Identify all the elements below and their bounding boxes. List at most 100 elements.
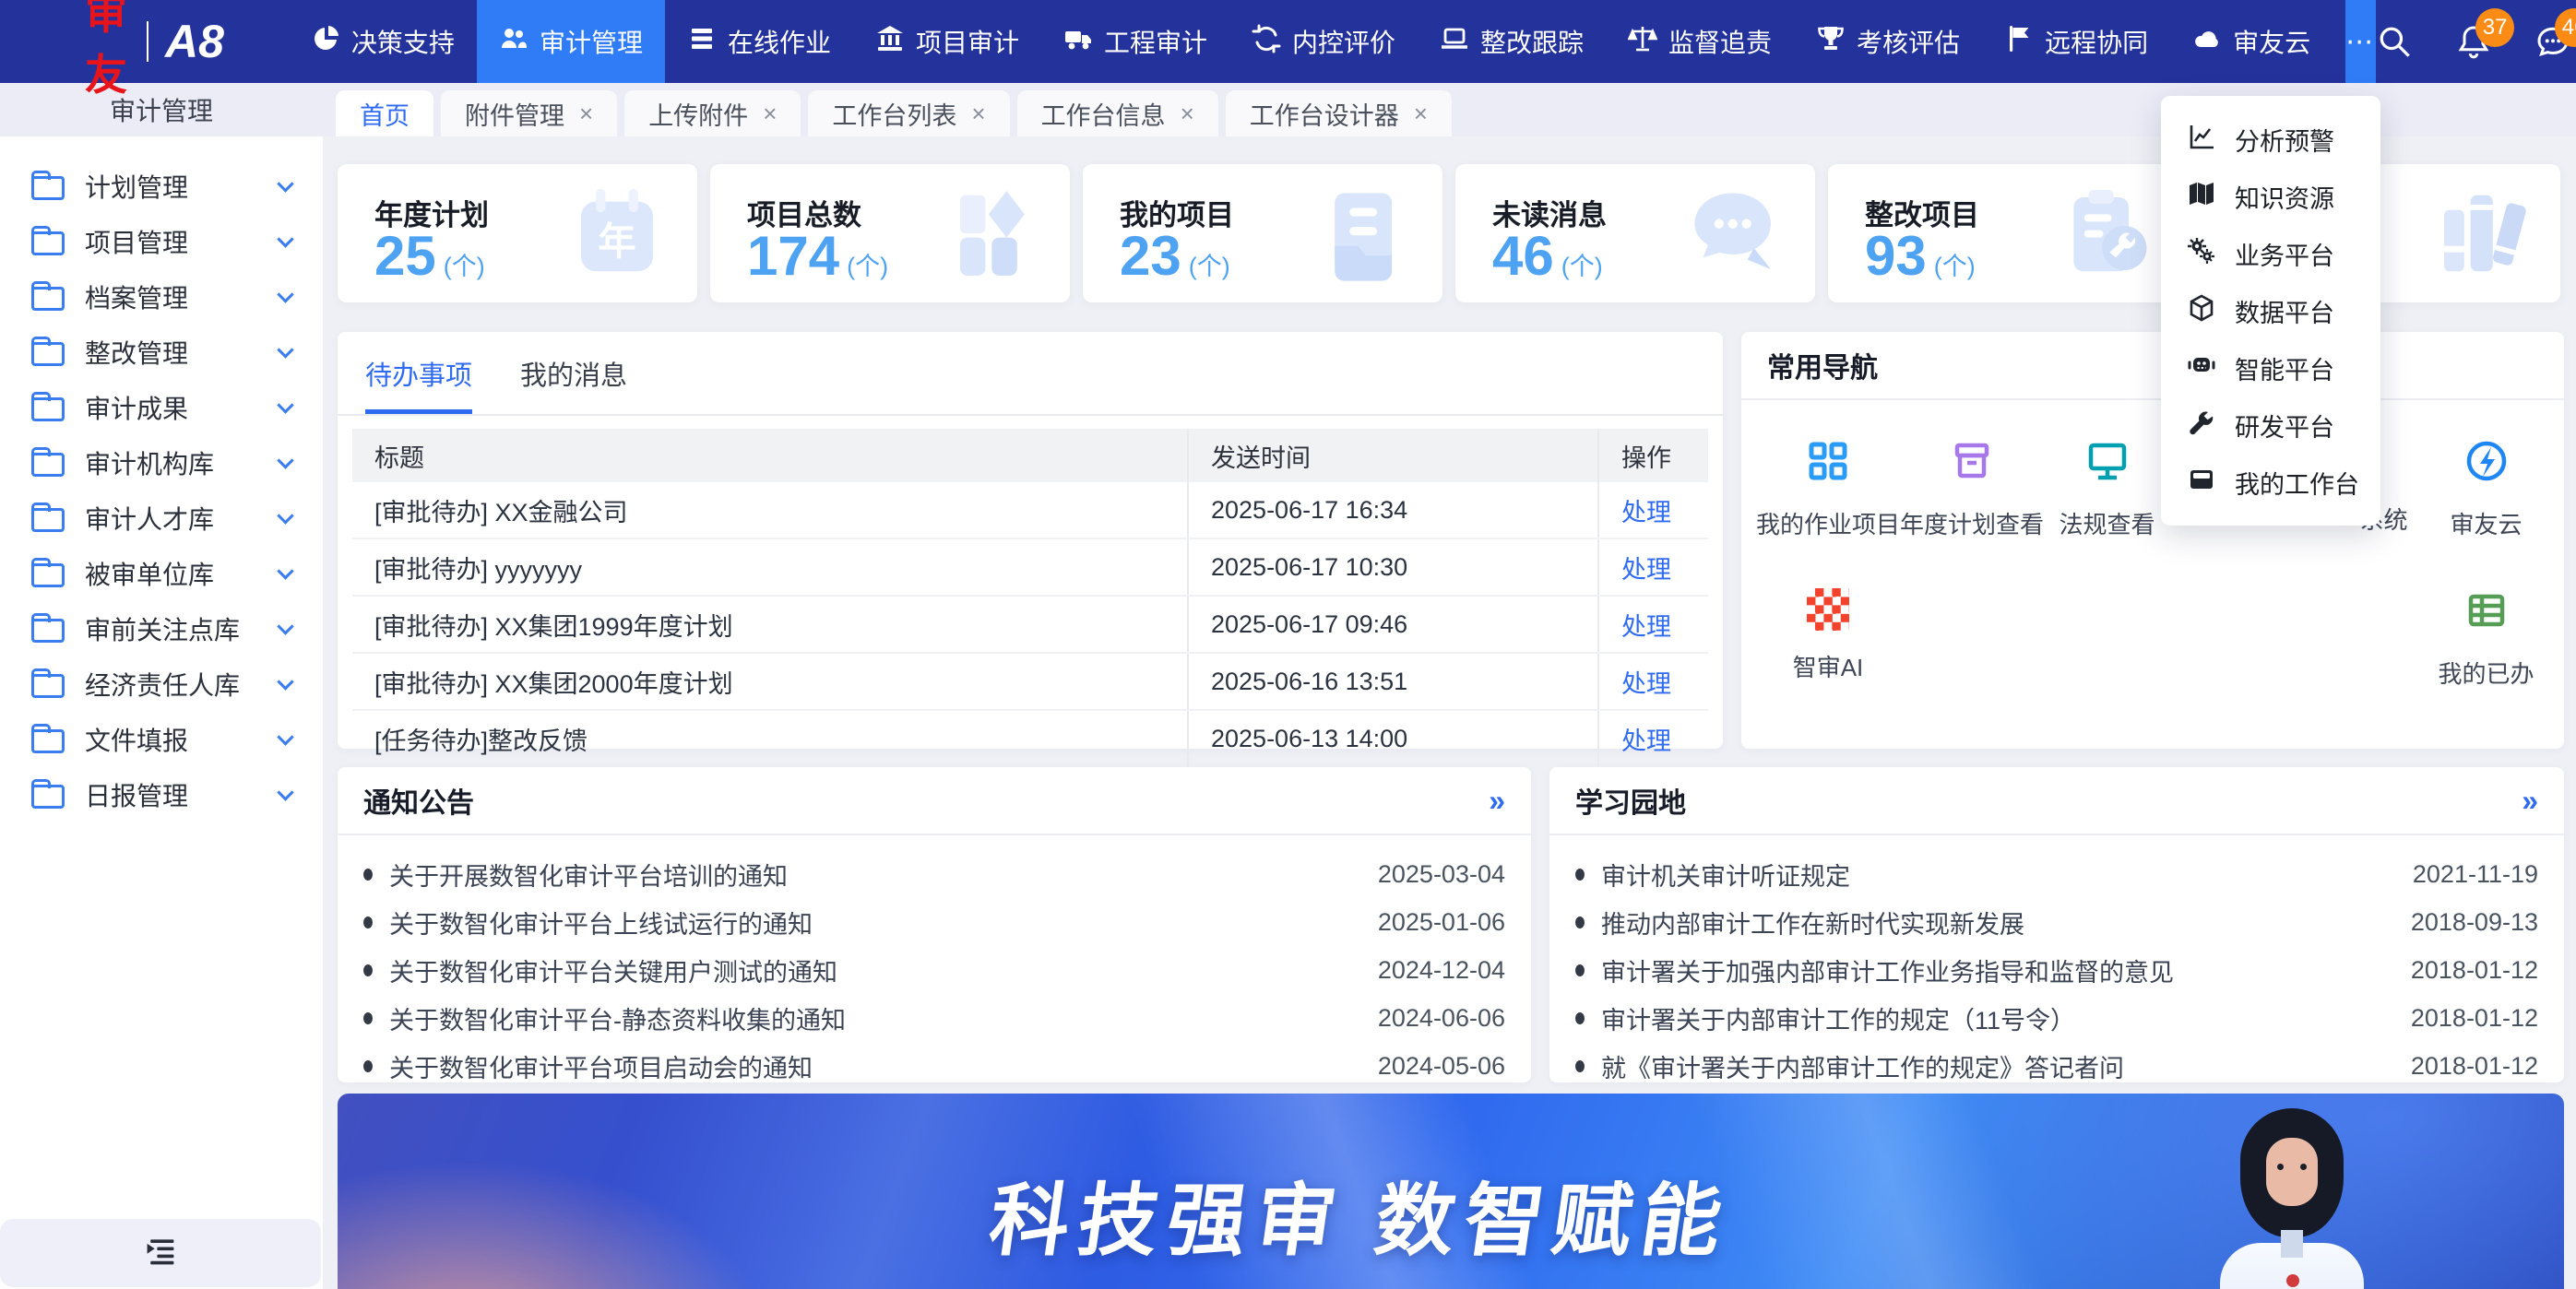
close-icon[interactable]: × bbox=[971, 100, 985, 128]
chevron-down-icon bbox=[277, 231, 293, 247]
nav-item-project-audit[interactable]: 项目审计 bbox=[853, 0, 1041, 83]
nav-item-audit-management[interactable]: 审计管理 bbox=[477, 0, 665, 83]
sidebar-item-rectification-management[interactable]: 整改管理 bbox=[0, 325, 323, 380]
folder-icon bbox=[31, 785, 65, 809]
list-item[interactable]: 审计署关于加强内部审计工作业务指导和监督的意见2018-01-12 bbox=[1549, 946, 2564, 994]
handle-action-link[interactable]: 处理 bbox=[1621, 721, 1671, 757]
chevron-down-icon bbox=[277, 286, 293, 302]
folder-icon bbox=[31, 342, 65, 366]
sidebar-item-economic-responsibility-library[interactable]: 经济责任人库 bbox=[0, 656, 323, 712]
bullet-icon bbox=[1575, 1060, 1585, 1072]
list-item[interactable]: 关于数智化审计平台项目启动会的通知2024-05-06 bbox=[338, 1042, 1531, 1090]
quick-nav-my-work-projects[interactable]: 我的作业项目 bbox=[1756, 439, 1900, 555]
tab-my-messages[interactable]: 我的消息 bbox=[520, 354, 627, 414]
list-item[interactable]: 关于数智化审计平台关键用户测试的通知2024-12-04 bbox=[338, 946, 1531, 994]
list-item[interactable]: 审计署关于内部审计工作的规定（11号令）2018-01-12 bbox=[1549, 994, 2564, 1042]
more-arrow-icon[interactable]: » bbox=[1489, 784, 1505, 818]
handle-action-link[interactable]: 处理 bbox=[1621, 607, 1671, 643]
quick-nav-smart-audit-ai[interactable]: 智审AI bbox=[1756, 588, 1900, 704]
learning-list: 审计机关审计听证规定2021-11-19 推动内部审计工作在新时代实现新发展20… bbox=[1549, 835, 2564, 1090]
document-icon bbox=[1312, 183, 1413, 284]
nav-item-rectification-tracking[interactable]: 整改跟踪 bbox=[1418, 0, 1606, 83]
search-icon[interactable] bbox=[2376, 23, 2413, 60]
close-icon[interactable]: × bbox=[579, 100, 593, 128]
workbench-icon bbox=[2187, 465, 2216, 501]
tab-workbench-info[interactable]: 工作台信息× bbox=[1017, 90, 1218, 136]
folder-icon bbox=[31, 231, 65, 255]
sidebar-item-plan-management[interactable]: 计划管理 bbox=[0, 159, 323, 214]
nav-item-decision-support[interactable]: 决策支持 bbox=[289, 0, 477, 83]
quick-nav-my-completed[interactable]: 我的已办 bbox=[2423, 588, 2549, 704]
tab-todo-items[interactable]: 待办事项 bbox=[365, 354, 472, 414]
menu-item-knowledge-resources[interactable]: 知识资源 bbox=[2161, 168, 2380, 225]
menu-item-my-workbench[interactable]: 我的工作台 bbox=[2161, 454, 2380, 511]
notifications-bell-icon[interactable]: 37 bbox=[2455, 23, 2492, 60]
panel-title: 通知公告 bbox=[363, 780, 474, 821]
close-icon[interactable]: × bbox=[1181, 100, 1194, 128]
handle-action-link[interactable]: 处理 bbox=[1621, 492, 1671, 528]
line-chart-icon bbox=[2187, 122, 2216, 158]
stat-card-my-projects: 我的项目 23(个) bbox=[1083, 164, 1442, 302]
logo-text-product: A8 bbox=[165, 15, 224, 68]
sidebar-item-auditee-library[interactable]: 被审单位库 bbox=[0, 546, 323, 601]
quick-nav-regulation-view[interactable]: 法规查看 bbox=[2044, 439, 2170, 555]
menu-item-ai-platform[interactable]: 智能平台 bbox=[2161, 339, 2380, 396]
list-icon bbox=[687, 24, 717, 60]
nav-item-remote-collaboration[interactable]: 远程协同 bbox=[1982, 0, 2170, 83]
menu-item-data-platform[interactable]: 数据平台 bbox=[2161, 282, 2380, 339]
books-icon bbox=[2429, 183, 2531, 284]
sidebar-item-audit-results[interactable]: 审计成果 bbox=[0, 380, 323, 435]
sidebar-item-document-filing[interactable]: 文件填报 bbox=[0, 712, 323, 767]
nav-item-audit-cloud[interactable]: 审友云 bbox=[2170, 0, 2333, 83]
sidebar-item-project-management[interactable]: 项目管理 bbox=[0, 214, 323, 269]
handle-action-link[interactable]: 处理 bbox=[1621, 664, 1671, 700]
nav-item-internal-control[interactable]: 内控评价 bbox=[1229, 0, 1418, 83]
todo-tabs: 待办事项 我的消息 bbox=[338, 332, 1723, 416]
sidebar-item-audit-talent-library[interactable]: 审计人才库 bbox=[0, 491, 323, 546]
nav-item-assessment[interactable]: 考核评估 bbox=[1794, 0, 1982, 83]
notices-list: 关于开展数智化审计平台培训的通知2025-03-04 关于数智化审计平台上线试运… bbox=[338, 835, 1531, 1090]
list-item[interactable]: 就《审计署关于内部审计工作的规定》答记者问2018-01-12 bbox=[1549, 1042, 2564, 1090]
tab-attachment-management[interactable]: 附件管理× bbox=[441, 90, 617, 136]
tab-home[interactable]: 首页 bbox=[336, 90, 433, 136]
logo-divider bbox=[147, 21, 148, 62]
bullet-icon bbox=[1575, 869, 1585, 881]
tab-upload-attachment[interactable]: 上传附件× bbox=[624, 90, 801, 136]
close-icon[interactable]: × bbox=[1414, 100, 1428, 128]
nav-item-engineering-audit[interactable]: 工程审计 bbox=[1041, 0, 1229, 83]
todo-panel: 待办事项 我的消息 标题 发送时间 操作 [审批待办] XX金融公司 2025-… bbox=[338, 332, 1723, 749]
menu-item-business-platform[interactable]: 业务平台 bbox=[2161, 225, 2380, 282]
robot-icon bbox=[2187, 350, 2216, 386]
bullet-icon bbox=[1575, 916, 1585, 928]
folder-icon bbox=[31, 176, 65, 200]
list-item[interactable]: 关于数智化审计平台-静态资料收集的通知2024-06-06 bbox=[338, 994, 1531, 1042]
nav-item-supervision[interactable]: 监督追责 bbox=[1606, 0, 1794, 83]
sidebar-item-daily-report-management[interactable]: 日报管理 bbox=[0, 767, 323, 822]
list-item[interactable]: 关于开展数智化审计平台培训的通知2025-03-04 bbox=[338, 850, 1531, 898]
tab-workbench-list[interactable]: 工作台列表× bbox=[808, 90, 1009, 136]
more-arrow-icon[interactable]: » bbox=[2522, 784, 2538, 818]
folder-icon bbox=[31, 563, 65, 587]
notices-panel: 通知公告 » 关于开展数智化审计平台培训的通知2025-03-04 关于数智化审… bbox=[338, 767, 1531, 1082]
notices-header: 通知公告 » bbox=[338, 767, 1531, 835]
sidebar-item-archive-management[interactable]: 档案管理 bbox=[0, 269, 323, 325]
list-item[interactable]: 审计机关审计听证规定2021-11-19 bbox=[1549, 850, 2564, 898]
list-item[interactable]: 关于数智化审计平台上线试运行的通知2025-01-06 bbox=[338, 898, 1531, 946]
nav-item-online-work[interactable]: 在线作业 bbox=[665, 0, 853, 83]
menu-item-rd-platform[interactable]: 研发平台 bbox=[2161, 396, 2380, 454]
sidebar-item-audit-org-library[interactable]: 审计机构库 bbox=[0, 435, 323, 491]
messages-chat-icon[interactable]: 46 bbox=[2534, 23, 2571, 60]
wrench-icon bbox=[2187, 408, 2216, 443]
nav-more-button[interactable]: ⋯ bbox=[2345, 0, 2376, 83]
stat-card-annual-plan: 年度计划 25(个) 年 bbox=[338, 164, 697, 302]
robot-figure bbox=[2186, 1108, 2398, 1289]
quick-nav-annual-plan-view[interactable]: 年度计划查看 bbox=[1900, 439, 2044, 555]
list-item[interactable]: 推动内部审计工作在新时代实现新发展2018-09-13 bbox=[1549, 898, 2564, 946]
sidebar-item-pre-audit-focus-library[interactable]: 审前关注点库 bbox=[0, 601, 323, 656]
close-icon[interactable]: × bbox=[763, 100, 777, 128]
map-icon bbox=[2187, 179, 2216, 215]
menu-item-analysis-warning[interactable]: 分析预警 bbox=[2161, 111, 2380, 168]
sidebar-collapse-button[interactable] bbox=[0, 1219, 321, 1287]
tab-workbench-designer[interactable]: 工作台设计器× bbox=[1226, 90, 1452, 136]
handle-action-link[interactable]: 处理 bbox=[1621, 550, 1671, 585]
